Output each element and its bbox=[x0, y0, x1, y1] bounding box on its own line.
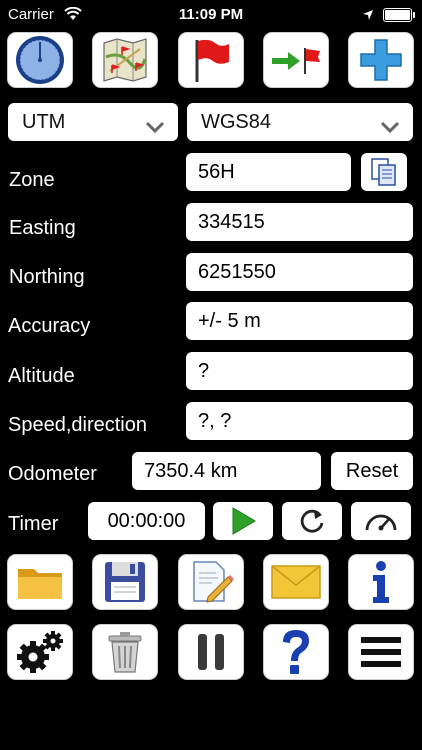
chevron-down-icon bbox=[144, 112, 166, 150]
timer-display: 00:00:00 bbox=[88, 502, 205, 540]
floppy-disk-icon bbox=[105, 562, 145, 602]
easting-field[interactable]: 334515 bbox=[186, 203, 413, 241]
play-icon bbox=[232, 507, 256, 535]
accuracy-field[interactable]: +/- 5 m bbox=[186, 302, 413, 340]
speed-direction-field[interactable]: ?, ? bbox=[186, 402, 413, 440]
pause-icon bbox=[198, 634, 224, 670]
odometer-label: Odometer bbox=[8, 463, 97, 485]
folder-icon bbox=[18, 569, 62, 599]
map-button[interactable] bbox=[92, 32, 158, 88]
reset-icon bbox=[300, 509, 324, 533]
flag-button[interactable] bbox=[178, 32, 244, 88]
battery-icon bbox=[383, 8, 415, 22]
edit-button[interactable] bbox=[178, 554, 244, 610]
red-flag-icon bbox=[195, 39, 229, 82]
accuracy-label: Accuracy bbox=[8, 315, 91, 337]
help-icon bbox=[283, 630, 309, 674]
speedometer-icon bbox=[365, 514, 397, 531]
save-button[interactable] bbox=[92, 554, 158, 610]
info-icon bbox=[373, 561, 389, 603]
open-file-button[interactable] bbox=[7, 554, 73, 610]
coord-format-value: UTM bbox=[22, 111, 66, 133]
altitude-label: Altitude bbox=[8, 365, 75, 387]
coord-format-select[interactable]: UTM bbox=[8, 103, 178, 141]
email-button[interactable] bbox=[263, 554, 329, 610]
delete-button[interactable] bbox=[92, 624, 158, 680]
copy-icon bbox=[371, 158, 396, 186]
northing-label: Northing bbox=[9, 266, 85, 288]
timer-start-button[interactable] bbox=[213, 502, 273, 540]
pause-button[interactable] bbox=[178, 624, 244, 680]
status-bar: Carrier 11:09 PM bbox=[0, 0, 422, 30]
trash-icon bbox=[108, 632, 142, 673]
speedometer-button[interactable] bbox=[351, 502, 411, 540]
plus-icon bbox=[360, 39, 402, 81]
datum-value: WGS84 bbox=[201, 111, 272, 133]
zone-field[interactable]: 56H bbox=[186, 153, 351, 191]
compass-button[interactable] bbox=[7, 32, 73, 88]
timer-label: Timer bbox=[8, 513, 59, 535]
menu-icon bbox=[361, 637, 401, 667]
zone-label: Zone bbox=[9, 169, 55, 191]
reset-button[interactable]: Reset bbox=[331, 452, 413, 490]
envelope-icon bbox=[271, 565, 321, 599]
location-arrow-icon bbox=[362, 8, 374, 25]
northing-field[interactable]: 6251550 bbox=[186, 253, 413, 291]
altitude-field[interactable]: ? bbox=[186, 352, 413, 390]
gears-icon bbox=[17, 631, 63, 673]
datum-select[interactable]: WGS84 bbox=[187, 103, 413, 141]
add-button[interactable] bbox=[348, 32, 414, 88]
easting-label: Easting bbox=[9, 217, 76, 239]
settings-button[interactable] bbox=[7, 624, 73, 680]
timer-reset-button[interactable] bbox=[282, 502, 342, 540]
help-button[interactable] bbox=[263, 624, 329, 680]
chevron-down-icon bbox=[379, 112, 401, 150]
goto-flag-button[interactable] bbox=[263, 32, 329, 88]
menu-button[interactable] bbox=[348, 624, 414, 680]
edit-document-icon bbox=[193, 561, 234, 603]
compass-icon bbox=[16, 36, 64, 84]
speed-direction-label: Speed,direction bbox=[8, 414, 147, 436]
info-button[interactable] bbox=[348, 554, 414, 610]
copy-button[interactable] bbox=[361, 153, 407, 191]
map-icon bbox=[103, 38, 147, 82]
clock-label: 11:09 PM bbox=[178, 6, 244, 23]
navigate-to-flag-icon bbox=[272, 48, 320, 74]
odometer-field[interactable]: 7350.4 km bbox=[132, 452, 321, 490]
